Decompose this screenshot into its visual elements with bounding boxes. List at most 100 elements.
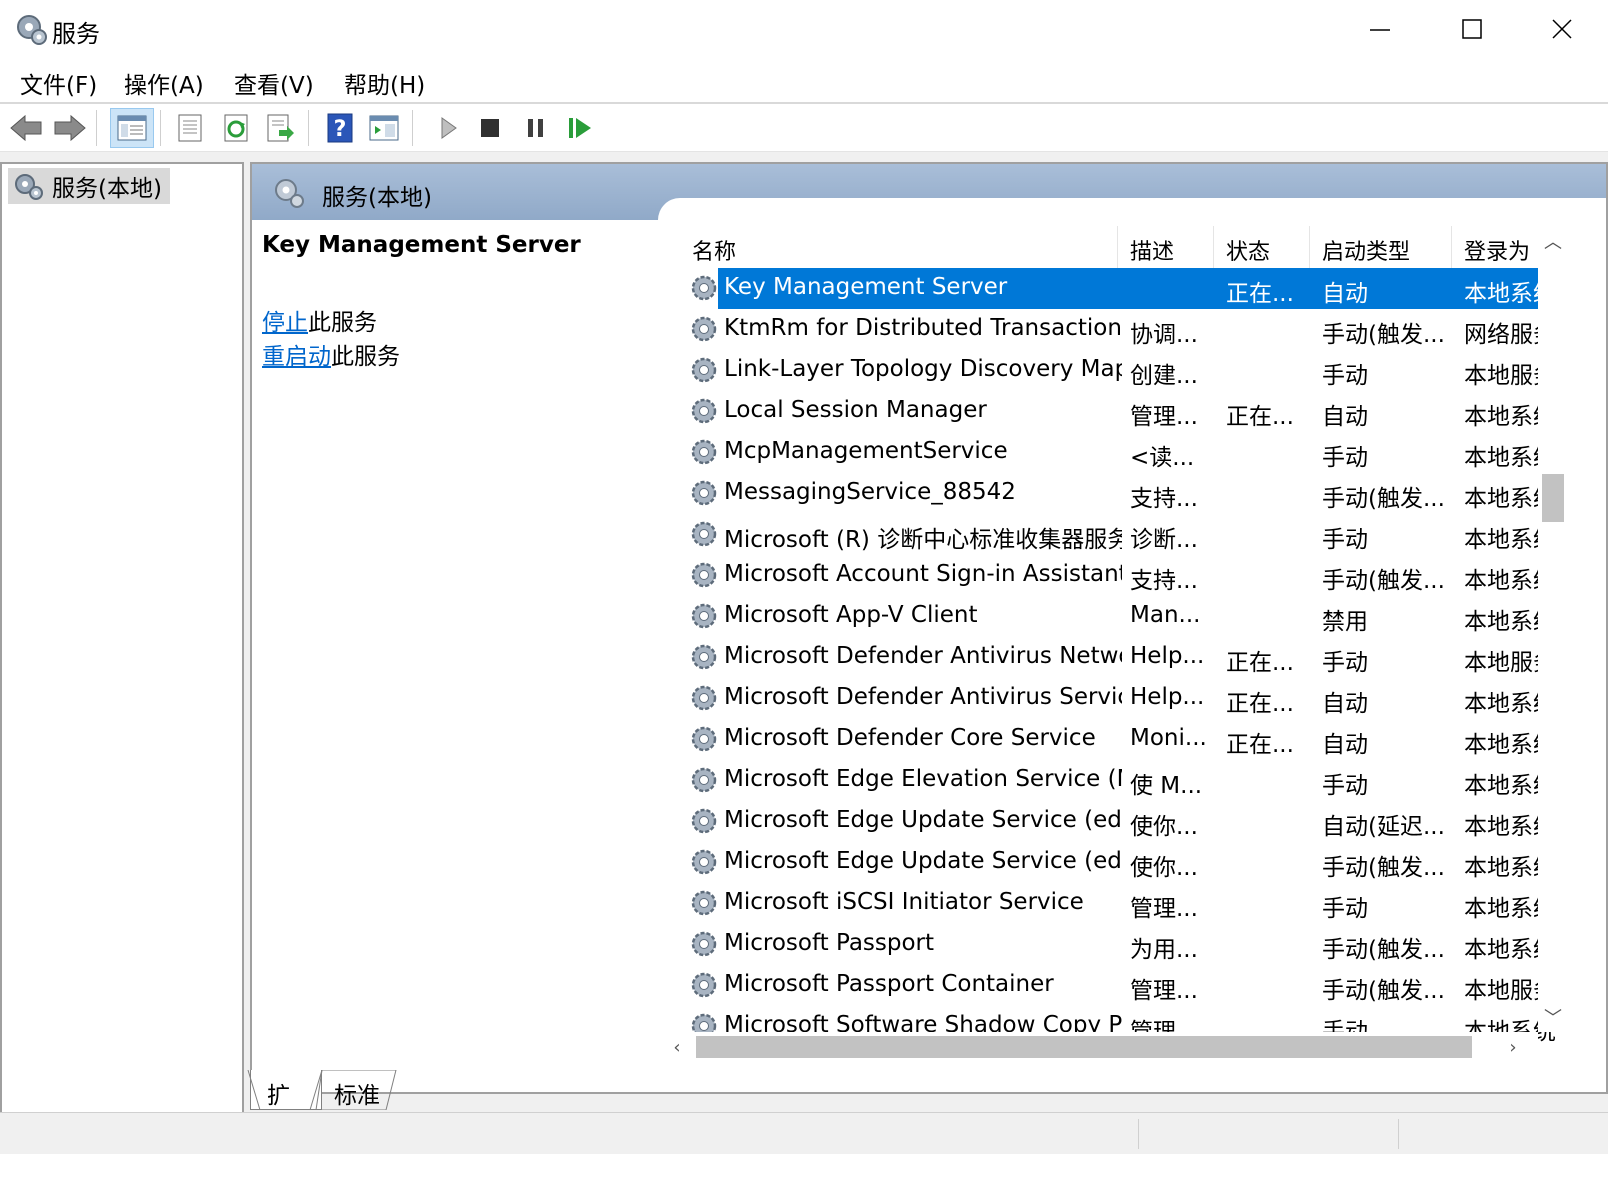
service-startup-type: 手动 xyxy=(1322,896,1368,922)
restart-link-suffix: 此服务 xyxy=(331,344,400,370)
list-top-edge xyxy=(658,198,1606,228)
help-button[interactable]: ? xyxy=(320,108,360,148)
table-row[interactable]: Microsoft Defender Antivirus Netwo... Hel… xyxy=(680,637,1560,678)
service-gear-icon xyxy=(691,808,717,834)
back-arrow-icon xyxy=(10,114,42,142)
table-row[interactable]: Microsoft Passport 为用... 手动(触发... 本地系统 xyxy=(680,924,1560,965)
table-row[interactable]: Microsoft Passport Container 管理... 手动(触发..… xyxy=(680,965,1560,1006)
scroll-up-icon[interactable]: ︿ xyxy=(1538,226,1568,256)
table-row[interactable]: Microsoft Edge Elevation Service (M... 使 … xyxy=(680,760,1560,801)
resume-service-button[interactable] xyxy=(560,108,600,148)
service-name: Key Management Server xyxy=(724,274,1008,300)
view-icon xyxy=(369,115,399,141)
service-status: 正在... xyxy=(1226,650,1294,676)
maximize-button[interactable] xyxy=(1426,0,1518,58)
refresh-button[interactable] xyxy=(216,108,256,148)
horizontal-scrollbar[interactable]: ‹ › xyxy=(662,1032,1538,1062)
stop-service-link[interactable]: 停止 xyxy=(262,310,308,336)
tree-item-services-local[interactable]: 服务(本地) xyxy=(8,168,170,204)
table-row[interactable]: Microsoft Defender Antivirus Service Help… xyxy=(680,678,1560,719)
menu-action[interactable]: 操作(A) xyxy=(124,66,204,100)
restart-service-link[interactable]: 重启动 xyxy=(262,344,331,370)
horizontal-scroll-thumb[interactable] xyxy=(696,1036,1472,1058)
service-gear-icon xyxy=(691,562,717,588)
service-startup-type: 自动 xyxy=(1322,691,1368,717)
status-separator xyxy=(1398,1119,1399,1149)
menu-file[interactable]: 文件(F) xyxy=(20,66,97,100)
service-startup-type: 手动 xyxy=(1322,650,1368,676)
scroll-down-icon[interactable]: ﹀ xyxy=(1538,1002,1568,1032)
properties-button[interactable] xyxy=(170,108,210,148)
console-tree: 服务(本地) xyxy=(0,162,244,1140)
column-header-name[interactable]: ⌃ 名称 xyxy=(680,226,1118,268)
service-gear-icon xyxy=(691,439,717,465)
service-gear-icon xyxy=(691,890,717,916)
table-row[interactable]: McpManagementService <读... 手动 本地系统 xyxy=(680,432,1560,473)
service-gear-icon xyxy=(691,972,717,998)
service-startup-type: 手动(触发... xyxy=(1322,978,1445,1004)
column-header-description[interactable]: 描述 xyxy=(1118,226,1214,268)
vertical-scroll-thumb[interactable] xyxy=(1542,474,1564,522)
service-gear-icon xyxy=(691,685,717,711)
service-startup-type: 手动(触发... xyxy=(1322,855,1445,881)
tab-outline xyxy=(247,1070,397,1110)
column-header-startup-type[interactable]: 启动类型 xyxy=(1310,226,1452,268)
column-header-label: 名称 xyxy=(692,240,737,265)
toolbar-separator xyxy=(308,110,309,146)
service-gear-icon xyxy=(691,316,717,342)
service-name: Microsoft Edge Update Service (edg... xyxy=(724,807,1122,833)
column-header-status[interactable]: 状态 xyxy=(1214,226,1310,268)
table-row[interactable]: Microsoft App-V Client Man... 禁用 本地系统 xyxy=(680,596,1560,637)
stop-service-button[interactable] xyxy=(470,108,510,148)
view-button[interactable] xyxy=(364,108,404,148)
scroll-left-icon[interactable]: ‹ xyxy=(662,1032,692,1062)
table-row[interactable]: MessagingService_88542 支持... 手动(触发... 本地系统 xyxy=(680,473,1560,514)
table-row[interactable]: Microsoft Defender Core Service Moni... 正在… xyxy=(680,719,1560,760)
column-header-label: 描述 xyxy=(1130,240,1175,265)
service-description: 使 M... xyxy=(1130,773,1203,799)
table-row[interactable]: KtmRm for Distributed Transaction ... 协调.… xyxy=(680,309,1560,350)
table-row[interactable]: Microsoft iSCSI Initiator Service 管理... 手动… xyxy=(680,883,1560,924)
svg-text:?: ? xyxy=(334,117,347,142)
forward-button[interactable] xyxy=(50,108,90,148)
service-description: 管理... xyxy=(1130,978,1198,1004)
service-description: 使你... xyxy=(1130,855,1198,881)
service-description: 创建... xyxy=(1130,363,1198,389)
service-name: Microsoft Edge Elevation Service (M... xyxy=(724,766,1122,792)
service-actions: 停止此服务 重启动此服务 xyxy=(262,306,652,374)
table-row[interactable]: Microsoft Edge Update Service (edg... 使你.… xyxy=(680,801,1560,842)
refresh-icon xyxy=(224,114,248,142)
export-list-button[interactable] xyxy=(260,108,300,148)
service-name: MessagingService_88542 xyxy=(724,479,1016,505)
menu-help[interactable]: 帮助(H) xyxy=(344,66,425,100)
vertical-scrollbar[interactable]: ︿ ﹀ xyxy=(1538,226,1568,1032)
service-description: Man... xyxy=(1130,602,1201,628)
back-button[interactable] xyxy=(6,108,46,148)
table-row[interactable]: Key Management Server 正在... 自动 本地系统 xyxy=(680,268,1560,309)
scroll-right-icon[interactable]: › xyxy=(1498,1032,1528,1062)
service-gear-icon xyxy=(691,398,717,424)
table-row[interactable]: Local Session Manager 管理... 正在... 自动 本地系统 xyxy=(680,391,1560,432)
menu-view[interactable]: 查看(V) xyxy=(234,66,314,100)
play-icon xyxy=(441,117,457,139)
table-row[interactable]: Microsoft (R) 诊断中心标准收集器服务 诊断... 手动 本地系统 xyxy=(680,514,1560,555)
pause-service-button[interactable] xyxy=(516,108,556,148)
stop-link-suffix: 此服务 xyxy=(308,310,377,336)
services-icon xyxy=(15,174,43,200)
minimize-button[interactable] xyxy=(1334,0,1426,58)
table-row[interactable]: Microsoft Edge Update Service (edg... 使你.… xyxy=(680,842,1560,883)
service-name: Microsoft Passport Container xyxy=(724,971,1054,997)
service-name: Microsoft iSCSI Initiator Service xyxy=(724,889,1084,915)
service-description: <读... xyxy=(1130,445,1195,471)
table-row[interactable]: Microsoft Account Sign-in Assistant 支持...… xyxy=(680,555,1560,596)
service-description: Help... xyxy=(1130,684,1205,710)
start-service-button[interactable] xyxy=(428,108,468,148)
show-console-tree-button[interactable] xyxy=(110,108,154,148)
selected-service-title: Key Management Server xyxy=(262,232,581,258)
service-gear-icon xyxy=(691,644,717,670)
service-gear-icon xyxy=(691,849,717,875)
bottom-edge xyxy=(0,1154,1608,1184)
resume-icon xyxy=(569,118,591,138)
close-button[interactable] xyxy=(1516,0,1608,58)
table-row[interactable]: Link-Layer Topology Discovery Map... 创建..… xyxy=(680,350,1560,391)
